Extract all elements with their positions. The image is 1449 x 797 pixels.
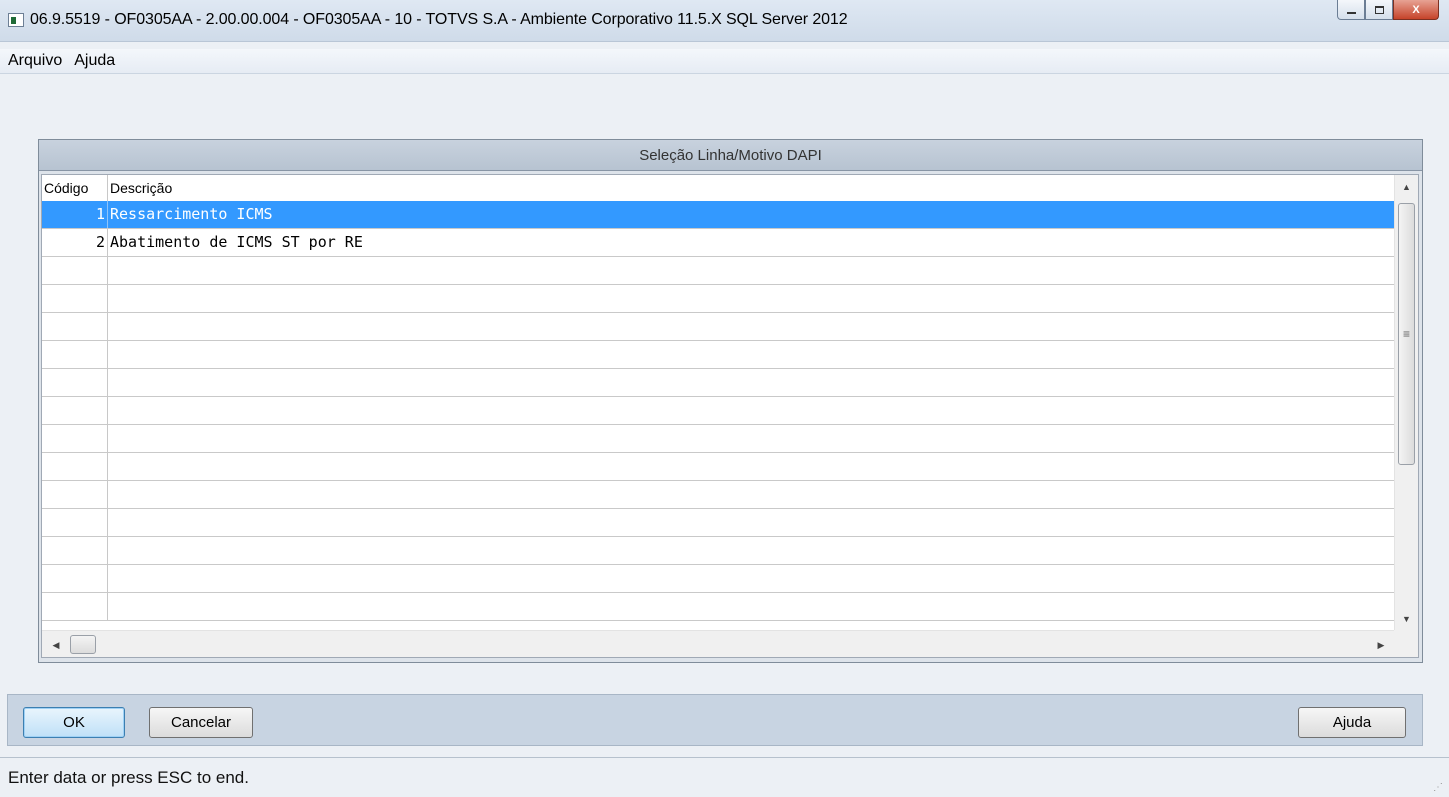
vertical-scroll-thumb[interactable]: ≡ (1398, 203, 1415, 465)
cell-descricao (108, 369, 110, 396)
maximize-icon (1374, 5, 1384, 14)
grip-lines-icon: ≡ (1402, 327, 1410, 341)
close-icon: X (1412, 3, 1420, 16)
cell-descricao (108, 565, 110, 592)
cell-codigo (42, 537, 108, 564)
horizontal-scroll-thumb[interactable] (70, 635, 96, 654)
cell-descricao (108, 285, 110, 312)
cell-descricao (108, 341, 110, 368)
cell-descricao (108, 425, 110, 452)
scroll-left-arrow-icon[interactable]: ◀ (46, 635, 66, 655)
title-bar[interactable]: 06.9.5519 - OF0305AA - 2.00.00.004 - OF0… (0, 0, 1449, 42)
cell-codigo: 1 (42, 201, 108, 228)
menu-item-ajuda[interactable]: Ajuda (68, 52, 121, 70)
table-row[interactable] (42, 481, 1395, 509)
table-row[interactable] (42, 453, 1395, 481)
table-row[interactable] (42, 565, 1395, 593)
close-button[interactable]: X (1393, 0, 1439, 20)
scroll-down-arrow-icon[interactable]: ▼ (1395, 609, 1418, 629)
cell-codigo (42, 313, 108, 340)
help-button[interactable]: Ajuda (1298, 707, 1406, 738)
app-icon[interactable] (8, 13, 24, 27)
cell-codigo (42, 341, 108, 368)
cell-codigo (42, 565, 108, 592)
table-row[interactable] (42, 369, 1395, 397)
horizontal-scrollbar[interactable]: ◀ ▶ (42, 630, 1395, 657)
minimize-button[interactable] (1337, 0, 1365, 20)
cancel-button[interactable]: Cancelar (149, 707, 253, 738)
cell-codigo (42, 593, 108, 620)
cell-descricao (108, 257, 110, 284)
cell-codigo (42, 397, 108, 424)
table-row[interactable] (42, 397, 1395, 425)
scroll-right-arrow-icon[interactable]: ▶ (1371, 635, 1391, 655)
grid-rows: 1 Ressarcimento ICMS 2 Abatimento de ICMS S… (42, 201, 1395, 621)
table-row[interactable] (42, 425, 1395, 453)
table-row[interactable] (42, 537, 1395, 565)
cell-descricao: Abatimento de ICMS ST por RE (110, 233, 363, 251)
table-row[interactable] (42, 285, 1395, 313)
cell-descricao: Ressarcimento ICMS (110, 205, 273, 223)
button-bar: OK Cancelar Ajuda (7, 694, 1423, 746)
cell-codigo (42, 425, 108, 452)
maximize-button[interactable] (1365, 0, 1393, 20)
table-row[interactable] (42, 257, 1395, 285)
table-row[interactable] (42, 313, 1395, 341)
vertical-scrollbar[interactable]: ▲ ≡ ▼ (1394, 175, 1418, 631)
cell-descricao (108, 481, 110, 508)
menu-item-arquivo[interactable]: Arquivo (0, 52, 68, 70)
cell-descricao (108, 397, 110, 424)
selection-grid[interactable]: Código Descrição 1 Ressarcimento ICMS 2 Aba… (41, 174, 1419, 658)
table-row[interactable] (42, 509, 1395, 537)
table-row[interactable]: 1 Ressarcimento ICMS (42, 201, 1395, 229)
cell-descricao (108, 593, 110, 620)
cell-codigo (42, 453, 108, 480)
scroll-up-arrow-icon[interactable]: ▲ (1395, 177, 1418, 197)
grid-header: Código Descrição (42, 175, 1395, 201)
scrollbar-corner (1394, 630, 1418, 657)
table-row[interactable] (42, 341, 1395, 369)
window-title: 06.9.5519 - OF0305AA - 2.00.00.004 - OF0… (30, 11, 848, 28)
cell-descricao (108, 313, 110, 340)
cell-descricao (108, 509, 110, 536)
cell-descricao (108, 537, 110, 564)
cell-codigo: 2 (42, 229, 108, 256)
minimize-icon (1346, 11, 1356, 14)
resize-grip-icon[interactable]: ⋰ (1433, 782, 1443, 793)
table-row[interactable]: 2 Abatimento de ICMS ST por RE (42, 229, 1395, 257)
status-bar: Enter data or press ESC to end. ⋰ (0, 757, 1449, 797)
cell-codigo (42, 369, 108, 396)
ok-button[interactable]: OK (23, 707, 125, 738)
cell-codigo (42, 481, 108, 508)
panel-title: Seleção Linha/Motivo DAPI (39, 140, 1422, 171)
selection-panel: Seleção Linha/Motivo DAPI Código Descriç… (38, 139, 1423, 663)
cell-codigo (42, 257, 108, 284)
cell-codigo (42, 509, 108, 536)
cell-codigo (42, 285, 108, 312)
window-controls: X (1337, 0, 1439, 20)
table-row[interactable] (42, 593, 1395, 621)
column-header-descricao[interactable]: Descrição (108, 175, 172, 201)
status-message: Enter data or press ESC to end. (8, 768, 249, 787)
cell-descricao (108, 453, 110, 480)
column-header-codigo[interactable]: Código (42, 175, 108, 201)
menu-bar: Arquivo Ajuda (0, 49, 1449, 74)
